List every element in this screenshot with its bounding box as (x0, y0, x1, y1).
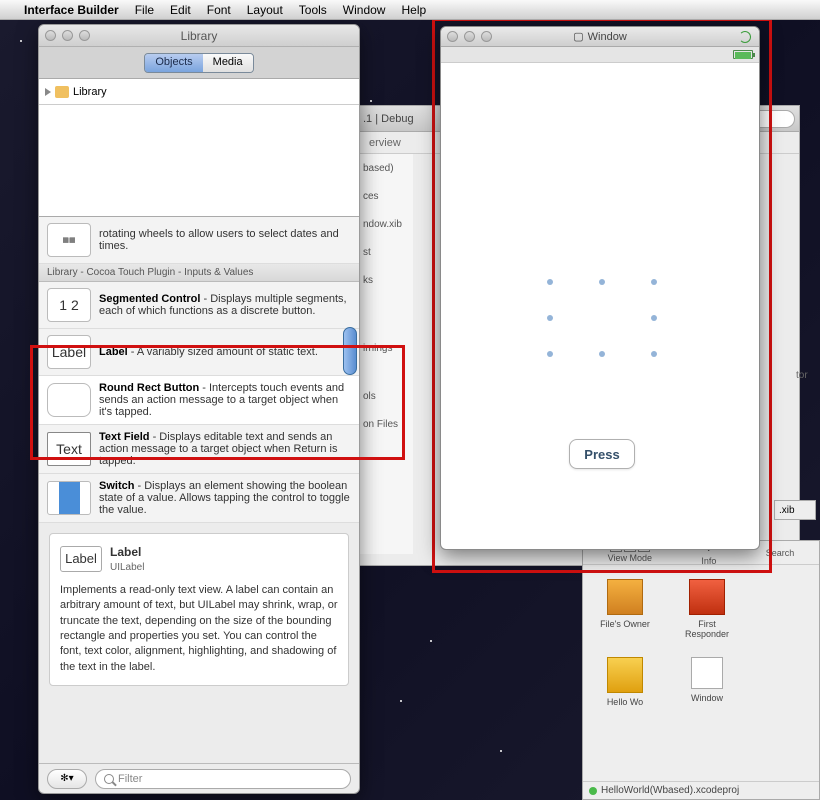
menu-window[interactable]: Window (343, 3, 386, 17)
selection-handle[interactable] (547, 315, 553, 321)
side-item[interactable]: ols (359, 382, 413, 410)
doc-status: HelloWorld(Wbased).xcodeproj (583, 781, 819, 799)
item-title: Text Field (99, 431, 150, 443)
switch-thumb (47, 481, 91, 515)
menu-layout[interactable]: Layout (247, 3, 283, 17)
document-icons: File's Owner First Responder Hello Wo Wi… (583, 565, 819, 721)
datepicker-thumb: ▦▦ (47, 223, 91, 257)
item-title: Label (99, 346, 128, 358)
filter-placeholder: Filter (118, 773, 142, 785)
tree-label: Library (73, 86, 107, 98)
menu-help[interactable]: Help (401, 3, 426, 17)
library-title: Library (181, 29, 218, 43)
menu-edit[interactable]: Edit (170, 3, 191, 17)
side-item[interactable]: ces (359, 182, 413, 210)
library-titlebar: Library (39, 25, 359, 47)
library-tree-pane (39, 105, 359, 217)
library-tree-root[interactable]: Library (39, 79, 359, 105)
segmented-thumb: 1 2 (47, 288, 91, 322)
library-list: ▦▦ rotating wheels to allow users to sel… (39, 217, 359, 523)
document-window: View Mode i Info Search File's Owner Fir… (582, 540, 820, 800)
side-item[interactable]: ndow.xib (359, 210, 413, 238)
project-name: HelloWorld(Wbased).xcodeproj (601, 785, 739, 796)
library-detail: Label Label UILabel Implements a read-on… (49, 533, 349, 686)
library-tabs: Objects Media (39, 47, 359, 79)
filter-field[interactable]: Filter (95, 769, 351, 789)
gear-button[interactable]: ✻▾ (47, 769, 87, 789)
overview-label: erview (369, 137, 401, 149)
status-dot-icon (589, 787, 597, 795)
detail-class: UILabel (110, 561, 144, 575)
tab-objects[interactable]: Objects (145, 54, 202, 72)
traffic-lights[interactable] (447, 31, 492, 42)
design-title: Window (588, 31, 627, 43)
files-owner[interactable]: File's Owner (593, 579, 657, 639)
selection-handle[interactable] (599, 351, 605, 357)
selection-handle[interactable] (651, 315, 657, 321)
selection-handle[interactable] (651, 351, 657, 357)
design-canvas[interactable]: Press (441, 63, 759, 549)
label-thumb: Label (47, 335, 91, 369)
tor-fragment: tor (796, 370, 820, 381)
item-title: Round Rect Button (99, 382, 199, 394)
library-item-round-rect-button[interactable]: Round Rect Button - Intercepts touch eve… (39, 376, 359, 425)
project-sidebar: based) ces ndow.xib st ks irnings ols on… (359, 154, 413, 554)
detail-thumb: Label (60, 546, 102, 572)
side-item[interactable]: based) (359, 154, 413, 182)
textfield-thumb: Text (47, 432, 91, 466)
search-icon (104, 774, 114, 784)
design-titlebar: ▢ Window (441, 27, 759, 47)
traffic-lights[interactable] (45, 30, 90, 41)
menu-tools[interactable]: Tools (299, 3, 327, 17)
window-object[interactable]: Window (675, 657, 739, 707)
disclosure-icon[interactable] (45, 88, 51, 96)
reload-icon[interactable] (739, 31, 751, 43)
menu-file[interactable]: File (135, 3, 154, 17)
item-desc: - A variably sized amount of static text… (128, 346, 318, 358)
item-desc: - Displays an element showing the boolea… (99, 480, 350, 516)
button-thumb (47, 383, 91, 417)
library-item-label[interactable]: Label Label - A variably sized amount of… (39, 329, 359, 376)
selection-handle[interactable] (599, 279, 605, 285)
library-item-switch[interactable]: Switch - Displays an element showing the… (39, 474, 359, 523)
menubar: Interface Builder File Edit Font Layout … (0, 0, 820, 20)
detail-body: Implements a read-only text view. A labe… (60, 583, 338, 675)
ios-statusbar (441, 47, 759, 63)
xib-file-fragment: .xib (774, 500, 816, 520)
library-item-datepicker[interactable]: ▦▦ rotating wheels to allow users to sel… (39, 217, 359, 264)
icon-label: File's Owner (600, 619, 650, 629)
side-item[interactable]: st (359, 238, 413, 266)
library-window: Library Objects Media Library ▦▦ rotatin… (38, 24, 360, 794)
library-item-segmented[interactable]: 1 2 Segmented Control - Displays multipl… (39, 282, 359, 329)
library-bottombar: ✻▾ Filter (39, 763, 359, 793)
hello-world[interactable]: Hello Wo (593, 657, 657, 707)
design-window: ▢ Window Press (440, 26, 760, 550)
selection-handle[interactable] (547, 279, 553, 285)
side-item[interactable]: irnings (359, 334, 413, 362)
first-responder[interactable]: First Responder (675, 579, 739, 639)
selection-handle[interactable] (547, 351, 553, 357)
app-menu[interactable]: Interface Builder (24, 3, 119, 17)
selection-handle[interactable] (651, 279, 657, 285)
config-label: .1 | Debug (363, 113, 414, 125)
folder-icon (55, 86, 69, 98)
side-item[interactable]: ks (359, 266, 413, 294)
icon-label: Window (691, 693, 723, 703)
library-item-textfield[interactable]: Text Text Field - Displays editable text… (39, 425, 359, 474)
icon-label: Hello Wo (607, 697, 643, 707)
icon-label: First Responder (675, 619, 739, 639)
library-section-header: Library - Cocoa Touch Plugin - Inputs & … (39, 264, 359, 282)
detail-title: Label (110, 544, 144, 561)
battery-icon (733, 50, 753, 59)
item-desc: rotating wheels to allow users to select… (99, 228, 351, 252)
tab-media[interactable]: Media (203, 54, 253, 72)
menu-font[interactable]: Font (207, 3, 231, 17)
side-item[interactable]: on Files (359, 410, 413, 438)
scrollbar-thumb[interactable] (343, 327, 357, 375)
item-title: Segmented Control (99, 293, 200, 305)
item-title: Switch (99, 480, 134, 492)
press-button[interactable]: Press (569, 439, 635, 469)
